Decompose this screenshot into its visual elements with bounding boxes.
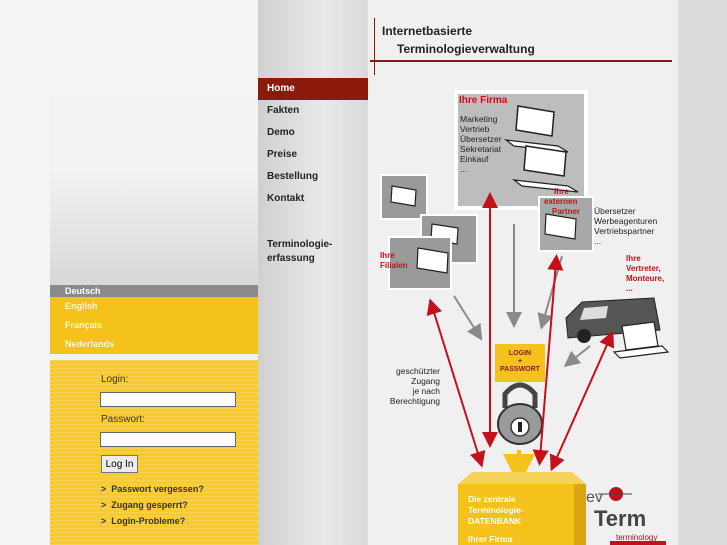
partner-item-1: Werbeagenturen — [594, 216, 657, 226]
nav-terminologieerfassung[interactable]: Terminologie- erfassung — [267, 238, 332, 266]
protected-line1: Zugang — [411, 376, 440, 386]
partner-group: Ihre externen Partner Übersetzer Werbeag… — [538, 187, 657, 252]
nav-extra-line1: Terminologie- — [267, 239, 333, 250]
firma-item-1: Vertrieb — [460, 124, 490, 134]
vertreter-group: Ihre Vertreter, Monteure, ... — [565, 254, 670, 359]
nav-extra-line2: erfassung — [267, 253, 315, 264]
language-francais[interactable]: Français — [50, 316, 258, 335]
nav-preise[interactable]: Preise — [258, 144, 368, 166]
chevron-right-icon: > — [101, 516, 107, 526]
login-box-line2: PASSWORT — [500, 366, 541, 373]
login-field[interactable] — [100, 392, 236, 407]
nav-home[interactable]: Home — [258, 78, 368, 100]
arrow-filialen-login — [453, 295, 483, 341]
firma-item-3: Sekretariat — [460, 144, 502, 154]
arrow-vertreter-login — [563, 345, 591, 367]
lock-icon — [497, 382, 543, 445]
language-deutsch[interactable]: Deutsch — [50, 285, 258, 297]
partner-item-2: Vertriebspartner — [594, 226, 655, 236]
chevron-right-icon: > — [101, 484, 107, 494]
login-button[interactable]: Log In — [101, 455, 138, 473]
content-area: Internetbasierte Terminologieverwaltung … — [368, 0, 678, 545]
logo-term: Term — [594, 506, 646, 531]
partner-item-0: Übersetzer — [594, 206, 636, 216]
login-panel: Login: Passwort: Log In > Passwort verges… — [50, 360, 258, 545]
partner-title-0: Ihre — [554, 187, 569, 196]
partner-item-3: ... — [594, 236, 601, 246]
login-problems-link[interactable]: > Login-Probleme? — [101, 516, 185, 526]
password-field[interactable] — [100, 432, 236, 447]
vertreter-title-1: Vertreter, — [626, 264, 661, 273]
vertreter-title-3: ... — [626, 284, 633, 293]
right-margin — [678, 0, 727, 545]
access-locked-label: Zugang gesperrt? — [111, 500, 188, 510]
logo-ev: ev — [586, 489, 603, 506]
firma-title: Ihre Firma — [459, 95, 508, 106]
login-box-line1: + — [518, 358, 522, 365]
protected-line3: Berechtigung — [390, 396, 440, 406]
language-nederlands[interactable]: Nederlands — [50, 335, 258, 354]
password-label: Passwort: — [101, 414, 145, 425]
db-line1: Terminologie- — [468, 505, 524, 515]
db-line2: DATENBANK — [468, 516, 522, 526]
vertreter-title-0: Ihre — [626, 254, 641, 263]
chevron-right-icon: > — [101, 500, 107, 510]
arrow-vertreter-db — [549, 330, 615, 472]
vertreter-title-2: Monteure, — [626, 274, 664, 283]
nav-bestellung[interactable]: Bestellung — [258, 166, 368, 188]
partner-title-2: Partner — [552, 207, 580, 216]
database-icon: Die zentrale Terminologie- DATENBANK Ihr… — [458, 472, 586, 545]
main-nav: Home Fakten Demo Preise Bestellung Konta… — [258, 0, 368, 545]
login-box: LOGIN + PASSWORT — [495, 344, 545, 382]
filialen-title-0: Ihre — [380, 251, 395, 260]
evterm-logo: ev Term terminology — [586, 487, 666, 545]
left-margin — [0, 0, 50, 545]
language-menu: Deutsch English Français Nederlands — [50, 285, 258, 354]
nav-demo[interactable]: Demo — [258, 122, 368, 144]
login-label: Login: — [101, 374, 129, 385]
db-line3: Ihrer Firma — [468, 534, 513, 544]
protected-line2: je nach — [412, 386, 441, 396]
firma-item-2: Übersetzer — [460, 134, 502, 144]
firma-item-5: ... — [460, 164, 467, 174]
login-problems-label: Login-Probleme? — [111, 516, 186, 526]
network-diagram: Ihre Firma Marketing Vertrieb Übersetzer… — [380, 90, 670, 545]
firma-item-4: Einkauf — [460, 154, 489, 164]
forgot-password-link[interactable]: > Passwort vergessen? — [101, 484, 204, 494]
language-english[interactable]: English — [50, 297, 258, 316]
login-box-line0: LOGIN — [509, 350, 531, 357]
db-line0: Die zentrale — [468, 494, 516, 504]
firma-item-0: Marketing — [460, 114, 498, 124]
access-locked-link[interactable]: > Zugang gesperrt? — [101, 500, 188, 510]
forgot-password-label: Passwort vergessen? — [111, 484, 204, 494]
protected-line0: geschützter — [396, 366, 440, 376]
partner-title-1: externen — [544, 197, 577, 206]
logo-terminology: terminology — [616, 533, 657, 542]
left-panel: Deutsch English Français Nederlands Logi… — [50, 0, 258, 545]
decorative-grid — [50, 0, 258, 285]
nav-kontakt[interactable]: Kontakt — [258, 188, 368, 210]
filialen-title-1: Filialen — [380, 261, 408, 270]
nav-fakten[interactable]: Fakten — [258, 100, 368, 122]
